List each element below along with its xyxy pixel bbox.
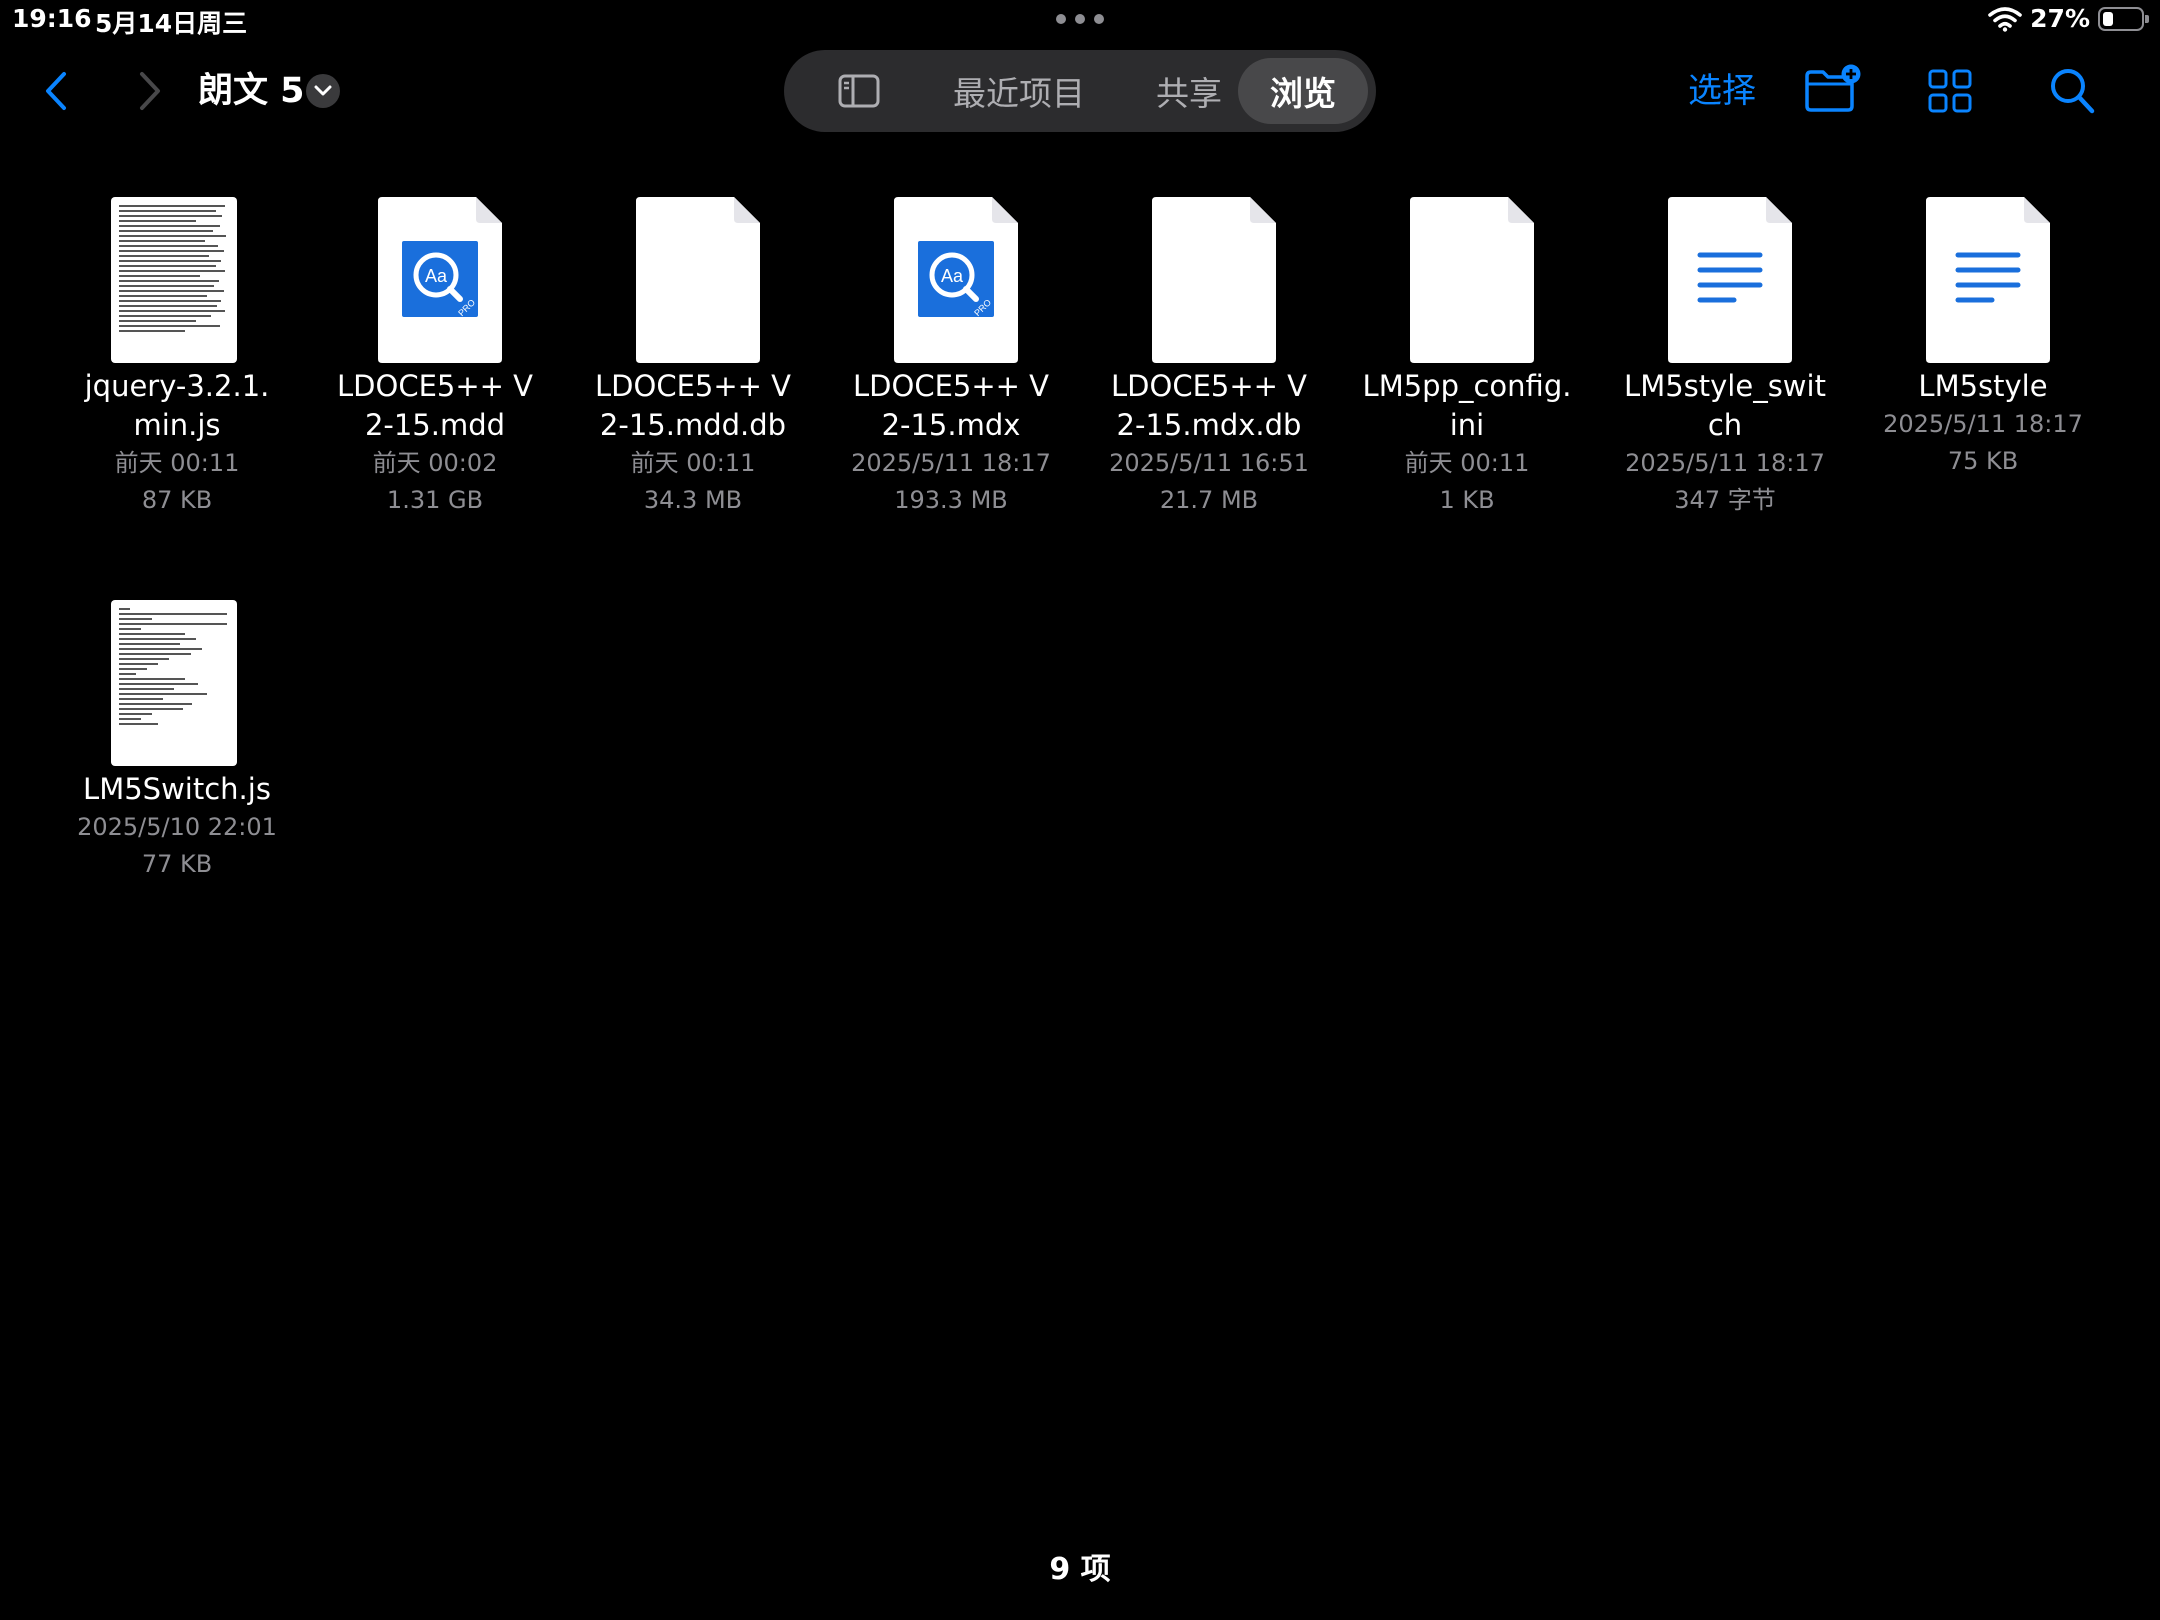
file-item[interactable]: LM5pp_config.ini 前天 00:11 1 KB [1347, 177, 1587, 519]
file-date: 前天 00:11 [630, 449, 756, 477]
file-date: 前天 00:02 [372, 449, 498, 477]
multitasking-dots-icon[interactable] [1056, 14, 1104, 24]
chevron-down-icon [314, 85, 332, 96]
battery-icon [2098, 6, 2149, 31]
file-name: LM5style_switch [1624, 369, 1826, 442]
file-name: LM5pp_config.ini [1362, 369, 1572, 442]
file-size: 1.31 GB [386, 486, 484, 514]
file-item[interactable]: LM5style 2025/5/11 18:17 75 KB [1863, 177, 2103, 480]
battery-fill [2103, 11, 2113, 26]
file-name: jquery-3.2.1.min.js [84, 369, 270, 442]
file-name: LM5Switch.js [83, 772, 271, 806]
view-segmented-control: 最近项目 共享 浏览 [784, 50, 1376, 132]
file-date: 2025/5/10 22:01 [77, 813, 277, 841]
search-icon [2051, 69, 2095, 114]
file-name: LM5style [1918, 369, 2048, 403]
tab-recents[interactable]: 最近项目 [919, 58, 1119, 124]
text-preview-icon [111, 600, 237, 766]
blank-document-icon [1152, 197, 1276, 363]
text-document-icon [1668, 197, 1792, 363]
chevron-left-icon [46, 72, 66, 110]
status-date: 5月14日周三 [95, 9, 248, 38]
file-date: 前天 00:11 [1404, 449, 1530, 477]
dictionary-pro-icon: Aa PRO [894, 197, 1018, 363]
tab-shared[interactable]: 共享 [1124, 58, 1254, 124]
new-folder-icon [1805, 64, 1861, 112]
file-date: 2025/5/11 16:51 [1109, 449, 1309, 477]
svg-text:Aa: Aa [425, 266, 448, 286]
file-item[interactable]: LM5Switch.js 2025/5/10 22:01 77 KB [57, 580, 297, 883]
file-size: 87 KB [141, 486, 213, 514]
file-size: 77 KB [141, 850, 213, 878]
text-preview-icon [111, 197, 237, 363]
file-name: LDOCE5++ V2-15.mdx [853, 369, 1049, 442]
file-size: 193.3 MB [894, 486, 1008, 514]
blank-document-icon [1410, 197, 1534, 363]
forward-button[interactable] [130, 68, 170, 114]
file-item[interactable]: Aa PRO LDOCE5++ V2-15.mdd 前天 00:02 1.31 … [315, 177, 555, 519]
new-folder-button[interactable] [1804, 64, 1862, 114]
select-button[interactable]: 选择 [1688, 68, 1756, 114]
status-right-group: 27% [1988, 4, 2149, 33]
file-size: 347 字节 [1674, 486, 1776, 514]
search-button[interactable] [2048, 66, 2096, 116]
file-size: 34.3 MB [643, 486, 743, 514]
file-date: 2025/5/11 18:17 [1625, 449, 1825, 477]
file-name: LDOCE5++ V2-15.mdd.db [595, 369, 791, 442]
file-size: 1 KB [1439, 486, 1495, 514]
battery-percent: 27% [2030, 4, 2090, 33]
file-item[interactable]: LM5style_switch 2025/5/11 18:17 347 字节 [1605, 177, 1845, 519]
file-item[interactable]: jquery-3.2.1.min.js 前天 00:11 87 KB [57, 177, 297, 519]
dictionary-pro-icon: Aa PRO [378, 197, 502, 363]
status-time: 19:16 [12, 4, 92, 33]
tab-browse[interactable]: 浏览 [1238, 58, 1368, 124]
svg-text:Aa: Aa [941, 266, 964, 286]
chevron-right-icon [140, 72, 160, 110]
text-document-icon [1926, 197, 2050, 363]
grid-view-icon [1928, 69, 1972, 113]
files-app-screen: 19:16 5月14日周三 27% 朗文 5 最近项目 共享 浏览 选择 jqu… [0, 0, 2160, 1620]
file-date: 2025/5/11 18:17 [851, 449, 1051, 477]
folder-menu-button[interactable] [306, 74, 340, 108]
file-date: 前天 00:11 [114, 449, 240, 477]
file-size: 21.7 MB [1159, 486, 1259, 514]
file-size: 75 KB [1947, 447, 2019, 475]
file-name: LDOCE5++ V2-15.mdd [337, 369, 533, 442]
item-count: 9 项 [1049, 1552, 1111, 1587]
folder-title[interactable]: 朗文 5 [198, 68, 305, 114]
file-date: 2025/5/11 18:17 [1883, 410, 2083, 438]
file-name: LDOCE5++ V2-15.mdx.db [1111, 369, 1307, 442]
view-options-button[interactable] [1928, 68, 1972, 114]
status-bar: 19:16 5月14日周三 27% [0, 0, 2160, 40]
blank-document-icon [636, 197, 760, 363]
back-button[interactable] [36, 68, 76, 114]
file-item[interactable]: LDOCE5++ V2-15.mdd.db 前天 00:11 34.3 MB [573, 177, 813, 519]
wifi-icon [1988, 6, 2022, 32]
sidebar-toggle-button[interactable] [804, 58, 914, 124]
sidebar-icon [838, 74, 880, 108]
file-item[interactable]: Aa PRO LDOCE5++ V2-15.mdx 2025/5/11 18:1… [831, 177, 1071, 519]
file-item[interactable]: LDOCE5++ V2-15.mdx.db 2025/5/11 16:51 21… [1089, 177, 1329, 519]
